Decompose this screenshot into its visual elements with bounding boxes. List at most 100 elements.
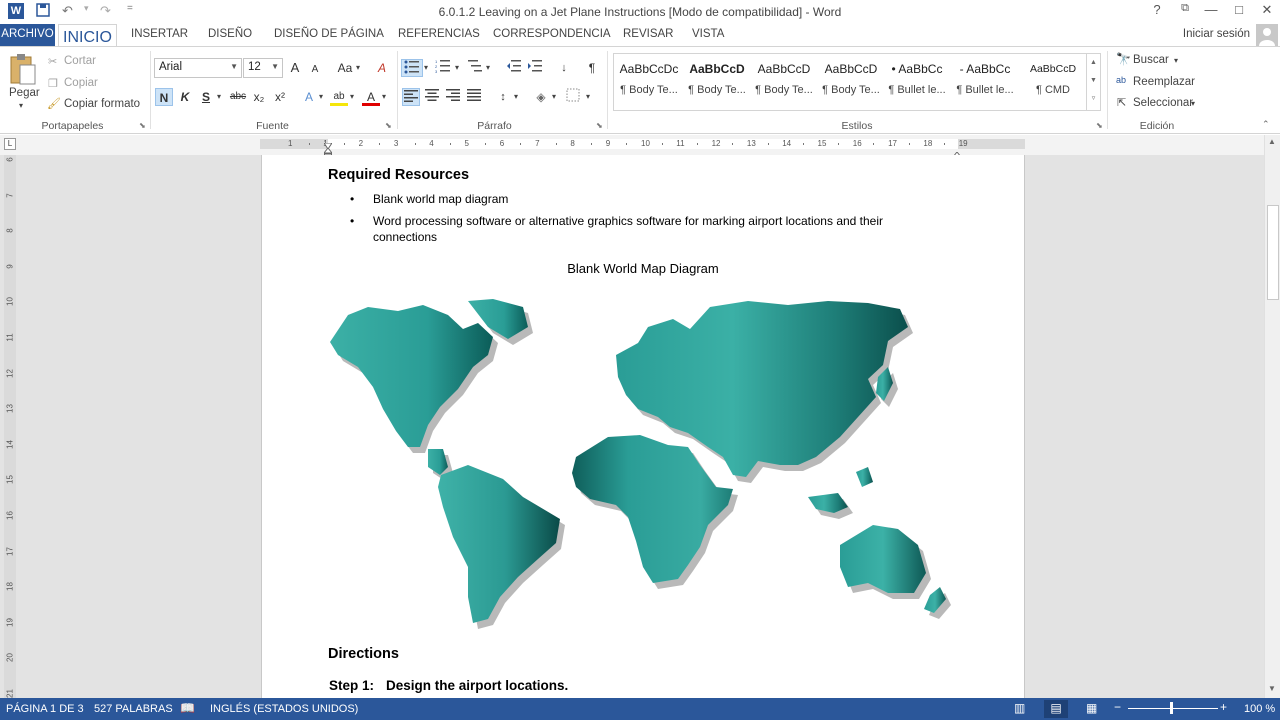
zoom-slider[interactable]	[1128, 708, 1218, 709]
ribbon-display-button[interactable]: ⧉	[1172, 2, 1198, 15]
chevron-down-icon[interactable]: ▾	[424, 63, 428, 72]
zoom-slider-thumb[interactable]	[1170, 702, 1173, 714]
italic-button[interactable]: K	[176, 88, 194, 106]
left-indent-marker[interactable]	[322, 145, 334, 158]
world-map-image[interactable]	[328, 297, 952, 629]
style-bullet-level-1[interactable]: • AaBbCc ¶ Bullet le...	[884, 60, 950, 102]
paste-dropdown-icon[interactable]: ▾	[19, 101, 23, 110]
chevron-down-icon[interactable]: ▾	[455, 63, 459, 72]
signin-link[interactable]: Iniciar sesión	[1183, 28, 1250, 40]
tab-diseno[interactable]: DISEÑO	[208, 28, 252, 40]
proofing-icon[interactable]: 📖	[180, 701, 195, 715]
subscript-button[interactable]: x₂	[250, 88, 268, 106]
paste-button[interactable]: Pegar	[9, 87, 40, 99]
style-bullet-level-2[interactable]: - AaBbCc ¶ Bullet le...	[952, 60, 1018, 102]
font-color-button[interactable]: A	[362, 88, 380, 106]
clipboard-launcher-icon[interactable]: ⬊	[139, 121, 146, 130]
tab-archivo[interactable]: ARCHIVO	[0, 24, 55, 46]
page-count[interactable]: PÁGINA 1 DE 3	[6, 703, 84, 715]
bullets-button[interactable]	[401, 59, 423, 77]
justify-button[interactable]	[465, 88, 483, 106]
collapse-ribbon-icon[interactable]: ⌃	[1262, 119, 1270, 130]
language-indicator[interactable]: INGLÉS (ESTADOS UNIDOS)	[210, 703, 358, 715]
shrink-font-button[interactable]: A	[306, 61, 324, 79]
chevron-down-icon[interactable]: ▾	[514, 92, 518, 101]
scroll-up-icon[interactable]: ▲	[1087, 54, 1100, 72]
multilevel-list-button[interactable]	[466, 59, 484, 77]
clear-formatting-button[interactable]: A	[373, 59, 391, 77]
zoom-level[interactable]: 100 %	[1244, 703, 1275, 715]
superscript-button[interactable]: x²	[271, 88, 289, 106]
cut-button[interactable]: Cortar	[64, 55, 96, 67]
bold-button[interactable]: N	[155, 88, 173, 106]
maximize-button[interactable]: □	[1226, 2, 1252, 17]
right-indent-marker[interactable]	[951, 145, 963, 158]
chevron-down-icon[interactable]: ▾	[552, 92, 556, 101]
scrollbar-thumb[interactable]	[1267, 205, 1279, 300]
sort-button[interactable]: ↓	[555, 59, 573, 77]
borders-button[interactable]	[564, 88, 582, 106]
copy-button[interactable]: Copiar	[64, 77, 98, 89]
vertical-scrollbar[interactable]: ▲ ▼	[1264, 135, 1280, 698]
tab-correspondencia[interactable]: CORRESPONDENCIA	[493, 28, 611, 40]
chevron-down-icon[interactable]: ▾	[319, 92, 323, 101]
change-case-button[interactable]: Aa	[334, 59, 356, 77]
styles-launcher-icon[interactable]: ⬊	[1096, 121, 1103, 130]
paste-icon[interactable]	[8, 53, 38, 87]
tab-inicio[interactable]: INICIO	[58, 24, 117, 47]
align-left-button[interactable]	[402, 88, 420, 106]
shading-button[interactable]: ◈	[532, 88, 550, 106]
select-button[interactable]: Seleccionar	[1133, 97, 1193, 109]
style-body-text-1[interactable]: AaBbCcDc ¶ Body Te...	[616, 60, 682, 102]
scroll-down-icon[interactable]: ▼	[1268, 684, 1276, 693]
increase-indent-button[interactable]	[526, 59, 544, 77]
chevron-down-icon[interactable]: ▾	[486, 63, 490, 72]
align-center-button[interactable]	[423, 88, 441, 106]
vertical-ruler[interactable]: 6 7 8 9 10 11 12 13 14 15 16 17 18 19 20 21	[4, 155, 16, 698]
help-button[interactable]: ?	[1144, 2, 1170, 17]
first-line-indent-marker[interactable]	[323, 136, 333, 150]
tab-diseno-pagina[interactable]: DISEÑO DE PÁGINA	[274, 28, 384, 40]
strikethrough-button[interactable]: abc	[228, 88, 248, 106]
style-body-text-4[interactable]: AaBbCcD ¶ Body Te...	[818, 60, 884, 102]
chevron-down-icon[interactable]: ▾	[350, 92, 354, 101]
chevron-down-icon[interactable]: ▾	[586, 92, 590, 101]
paragraph-launcher-icon[interactable]: ⬊	[596, 121, 603, 130]
show-marks-button[interactable]: ¶	[583, 59, 601, 77]
read-mode-icon[interactable]: ▥	[1014, 701, 1025, 715]
avatar[interactable]	[1256, 24, 1278, 46]
minimize-button[interactable]: —	[1198, 2, 1224, 17]
print-layout-icon[interactable]: ▤	[1044, 700, 1068, 718]
numbering-button[interactable]: 123	[434, 59, 452, 77]
format-painter-button[interactable]: Copiar formato	[64, 98, 140, 110]
style-body-text-3[interactable]: AaBbCcD ¶ Body Te...	[751, 60, 817, 102]
highlight-button[interactable]: ab	[330, 88, 348, 106]
style-body-text-2[interactable]: AaBbCcD ¶ Body Te...	[684, 60, 750, 102]
align-right-button[interactable]	[444, 88, 462, 106]
document-page[interactable]: Required Resources • Blank world map dia…	[261, 155, 1025, 698]
chevron-down-icon[interactable]: ▾	[1191, 99, 1195, 108]
chevron-down-icon[interactable]: ▾	[1174, 56, 1178, 65]
grow-font-button[interactable]: A	[286, 59, 304, 77]
zoom-out-icon[interactable]: −	[1114, 700, 1121, 714]
tab-insertar[interactable]: INSERTAR	[131, 28, 188, 40]
chevron-down-icon[interactable]: ▾	[217, 92, 221, 101]
text-effects-button[interactable]: A	[300, 88, 318, 106]
word-count[interactable]: 527 PALABRAS	[94, 703, 173, 715]
font-name-select[interactable]: Arial ▼	[154, 58, 242, 78]
close-button[interactable]: ✕	[1254, 2, 1280, 18]
tab-selector[interactable]: L	[4, 138, 16, 150]
tab-vista[interactable]: VISTA	[692, 28, 724, 40]
find-button[interactable]: Buscar	[1133, 54, 1169, 66]
font-size-select[interactable]: 12 ▼	[243, 58, 283, 78]
tab-revisar[interactable]: REVISAR	[623, 28, 674, 40]
decrease-indent-button[interactable]	[505, 59, 523, 77]
zoom-in-icon[interactable]: +	[1220, 700, 1227, 714]
chevron-down-icon[interactable]: ▾	[356, 63, 360, 72]
font-launcher-icon[interactable]: ⬊	[385, 121, 392, 130]
style-cmd[interactable]: AaBbCcD ¶ CMD	[1020, 60, 1086, 102]
scroll-up-icon[interactable]: ▲	[1268, 137, 1276, 146]
chevron-down-icon[interactable]: ▾	[382, 92, 386, 101]
underline-button[interactable]: S	[197, 88, 215, 106]
ruler-bar[interactable]: 112345678910111213141516171819	[260, 136, 1025, 158]
